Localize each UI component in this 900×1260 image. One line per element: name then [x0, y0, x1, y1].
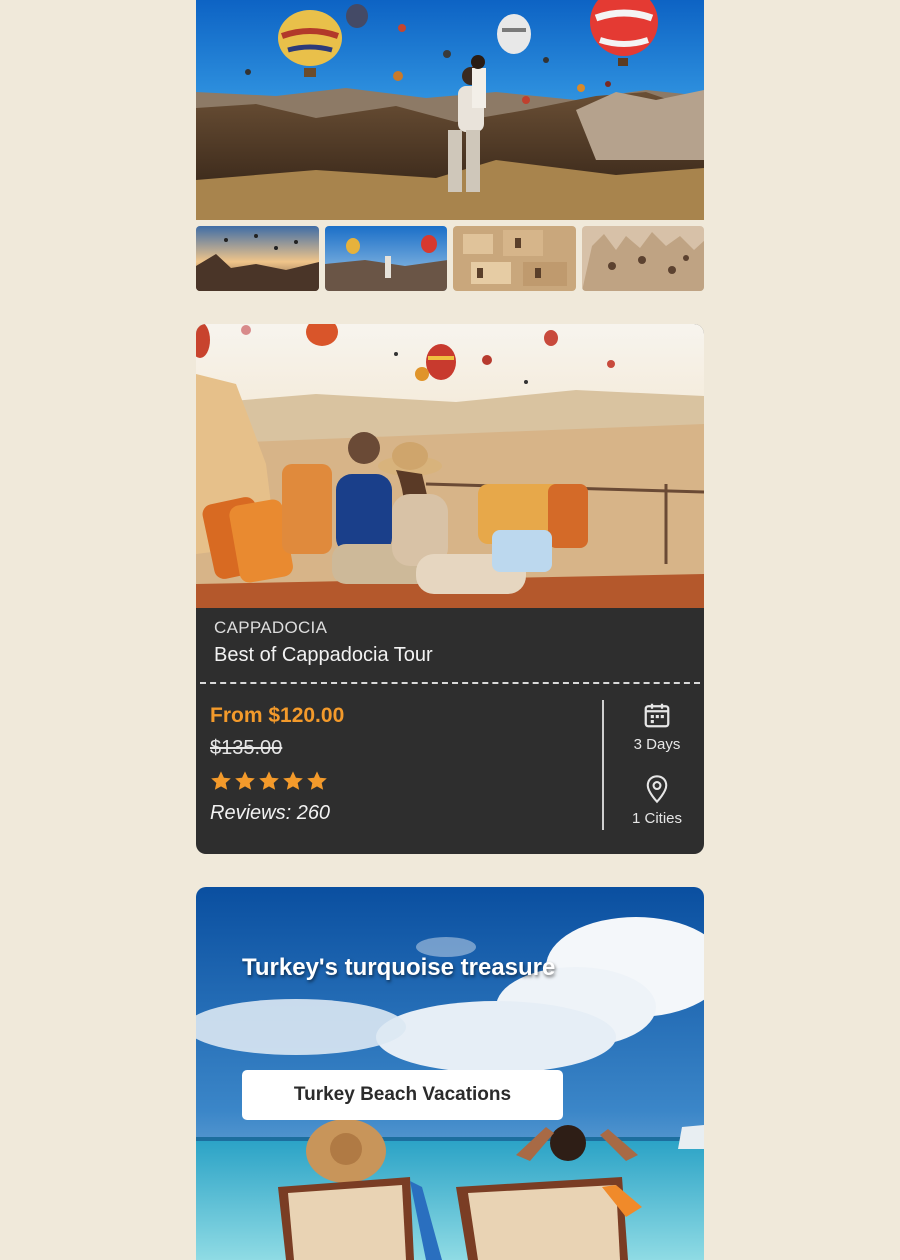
tour-title[interactable]: Best of Cappadocia Tour — [214, 644, 682, 667]
tour-city-count: 1 Cities — [631, 810, 683, 827]
tour-image — [196, 324, 704, 608]
tour-cities: 1 Cities — [610, 774, 704, 827]
gallery-hero-image[interactable] — [196, 0, 704, 220]
star-icon — [307, 771, 327, 790]
rating-stars — [210, 770, 328, 792]
tour-details: From $120.00 $135.00 Reviews: 260 3 Days — [196, 684, 704, 852]
map-pin-icon — [646, 775, 668, 804]
thumbnail-photo — [453, 226, 576, 291]
hero-photo — [196, 0, 704, 220]
photo-gallery — [196, 0, 704, 291]
star-icon — [283, 771, 303, 790]
beach-promo-banner[interactable]: Turkey's turquoise treasure Turkey Beach… — [196, 887, 704, 1260]
tour-days: 3 Days — [633, 736, 681, 753]
tour-region: CAPPADOCIA — [214, 618, 328, 637]
gallery-thumbnail-1[interactable] — [196, 226, 319, 291]
thumbnail-photo — [581, 226, 704, 291]
star-icon — [211, 771, 231, 790]
thumbnail-strip — [196, 226, 704, 291]
tour-price: From $120.00 — [210, 704, 345, 727]
gallery-thumbnail-2[interactable] — [324, 226, 447, 291]
star-icon — [259, 771, 279, 790]
beach-headline: Turkey's turquoise treasure — [242, 954, 556, 981]
thumbnail-photo — [324, 226, 447, 291]
review-count: Reviews: 260 — [210, 802, 331, 824]
calendar-icon — [644, 703, 670, 728]
tour-duration: 3 Days — [610, 700, 704, 753]
vertical-divider — [602, 700, 604, 830]
star-icon — [235, 771, 255, 790]
tour-photo — [196, 324, 704, 608]
gallery-thumbnail-3[interactable] — [453, 226, 576, 291]
tour-original-price: $135.00 — [210, 737, 283, 759]
tour-header: CAPPADOCIA Best of Cappadocia Tour — [200, 608, 700, 684]
beach-vacations-button[interactable]: Turkey Beach Vacations — [242, 1070, 563, 1120]
tour-card[interactable]: CAPPADOCIA Best of Cappadocia Tour From … — [196, 324, 704, 854]
thumbnail-photo — [196, 226, 319, 291]
gallery-thumbnail-4[interactable] — [581, 226, 704, 291]
